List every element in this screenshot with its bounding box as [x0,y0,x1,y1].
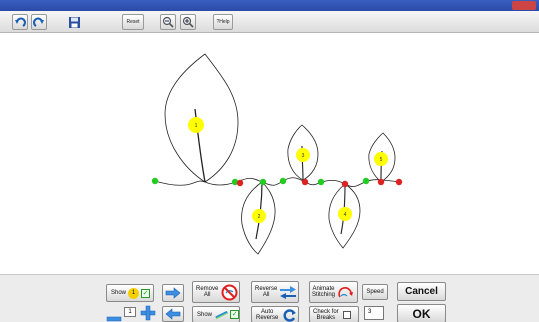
reverse-all-label-2: All [262,292,270,298]
bottom-controls: Show 1 ✓ Remove All Reverse All Animate … [0,274,539,322]
leaf-5-label: 5 [380,157,383,163]
remove-all-button[interactable]: Remove All [192,281,240,303]
zoom-out-button[interactable] [160,14,176,30]
app-window: Reset ?Help 1 2 3 4 5 Show 1 ✓ Remove Al… [0,0,539,322]
check-breaks-label-1: Check for [313,308,339,315]
auto-reverse-label-2: Reverse [256,314,279,321]
node[interactable] [317,178,325,186]
show-numbers-button[interactable]: Show 1 ✓ [106,284,154,302]
reverse-arrows-icon [280,286,297,299]
leaf-3[interactable]: 3 [287,124,319,181]
leaf-5[interactable]: 5 [368,132,396,183]
remove-all-label-2: All [203,292,211,298]
show2-label: Show [197,311,213,318]
undo-button[interactable] [12,14,28,30]
node[interactable] [377,178,385,186]
minus-icon [106,316,122,322]
node[interactable] [279,177,287,185]
animate-label-2: Stitching [312,292,336,298]
node[interactable] [362,177,370,185]
prev-button[interactable] [162,306,184,322]
show-path-button[interactable]: Show ✓ [192,306,240,322]
arrow-right-icon [165,287,181,299]
stepper-value-field[interactable]: 1 [124,307,136,317]
speed-button[interactable]: Speed [362,284,388,300]
decrement-button[interactable] [106,310,122,322]
number-badge-icon: 1 [128,287,140,299]
check-breaks-label-2: Breaks [316,314,336,321]
cancel-button[interactable]: Cancel [397,282,446,301]
node[interactable] [341,180,349,188]
no-symbol-icon [221,284,238,300]
leaf-2-label: 2 [258,214,261,220]
node[interactable] [236,179,244,187]
stepper-value: 1 [128,309,132,315]
breaks-value: 3 [368,309,372,315]
leaf-4-label: 4 [344,212,347,218]
stitch-canvas[interactable]: 1 2 3 4 5 [0,34,539,274]
ok-label: OK [412,306,431,321]
leaf-1[interactable]: 1 [164,53,239,183]
redo-icon [33,17,44,27]
check-breaks-checkbox[interactable] [342,310,351,319]
breaks-value-field[interactable]: 3 [364,306,384,320]
close-button[interactable] [512,1,536,10]
node[interactable] [259,178,267,186]
zoom-in-icon [182,16,194,28]
stitch-path-icon [215,310,229,319]
help-label: ?Help [216,19,230,25]
toolbar: Reset ?Help [0,11,539,33]
save-icon [68,16,80,28]
undo-icon [15,17,26,27]
title-bar [0,0,539,11]
zoom-in-button[interactable] [180,14,196,30]
ok-button[interactable]: OK [397,304,446,322]
leaf-2[interactable]: 2 [241,181,276,255]
redo-button[interactable] [31,14,47,30]
reverse-all-button[interactable]: Reverse All [251,281,299,303]
plus-icon [140,305,156,321]
arrow-left-icon [165,308,181,320]
animate-loop-icon [338,286,354,297]
checkmark-icon: ✓ [230,310,239,319]
save-button[interactable] [66,14,82,30]
leaf-4[interactable]: 4 [328,183,361,249]
checkmark-icon: ✓ [141,288,151,298]
help-button[interactable]: ?Help [213,14,233,30]
end-node[interactable] [395,178,403,186]
refresh-icon [283,308,297,322]
node[interactable] [301,178,309,186]
reset-label: Reset [126,19,140,25]
zoom-out-icon [162,16,174,28]
start-node[interactable] [151,177,159,185]
stitch-design: 1 2 3 4 5 [151,53,403,255]
next-button[interactable] [162,284,184,302]
leaf-3-label: 3 [302,153,305,159]
cancel-label: Cancel [405,286,438,297]
increment-button[interactable] [140,305,156,321]
animate-stitching-button[interactable]: Animate Stitching [309,281,358,303]
show-label: Show [111,290,127,296]
check-breaks-button[interactable]: Check for Breaks [309,306,359,322]
leaf-1-label: 1 [195,123,198,129]
reset-button[interactable]: Reset [122,14,144,30]
auto-reverse-button[interactable]: Auto Reverse [251,306,299,322]
speed-label: Speed [366,289,384,295]
